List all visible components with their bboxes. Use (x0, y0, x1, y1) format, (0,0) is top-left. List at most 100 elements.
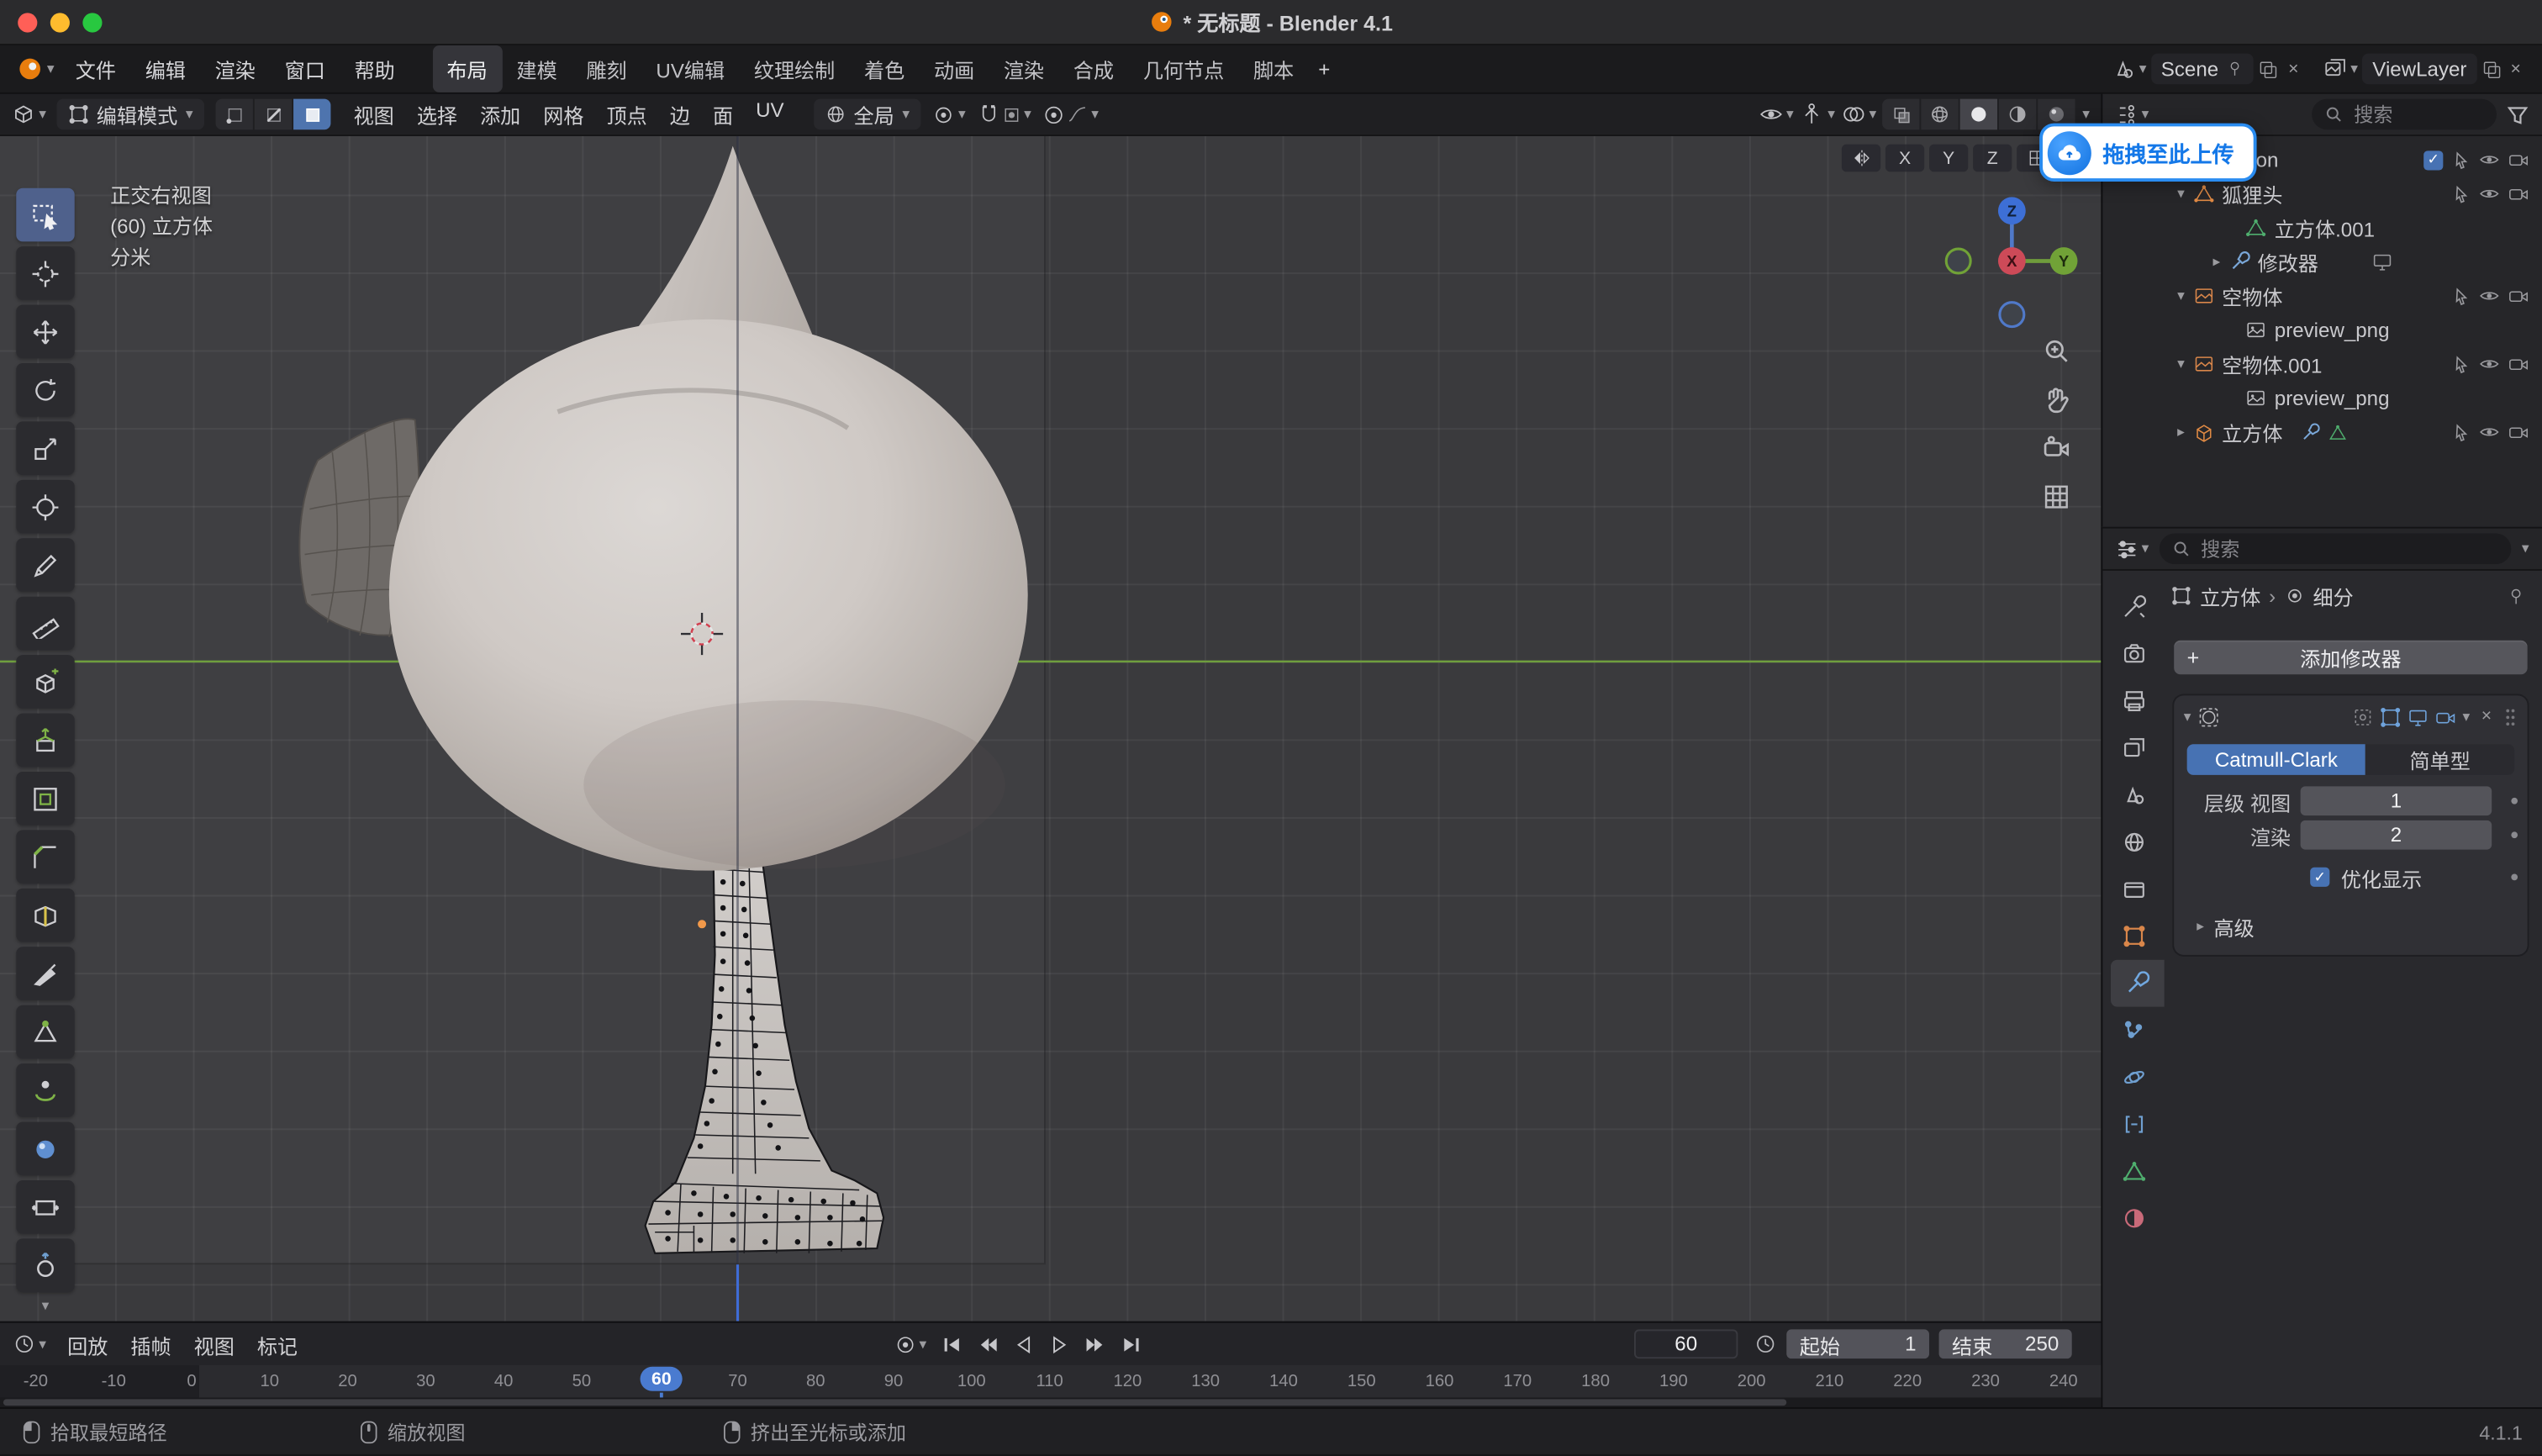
tool-measure[interactable] (16, 597, 74, 651)
maximize-window-button[interactable] (82, 12, 102, 31)
tool-loop-cut[interactable] (16, 889, 74, 942)
tab-object-data[interactable] (2102, 1147, 2164, 1195)
navigation-gizmo[interactable]: Z Y X (1939, 188, 2086, 335)
gizmo-minus-y[interactable] (1946, 249, 1970, 273)
visibility-selector[interactable]: ▾ (1759, 102, 1794, 126)
workspace-tab[interactable]: 合成 (1059, 45, 1129, 92)
workspace-tab[interactable]: UV编辑 (641, 45, 739, 92)
tab-collection[interactable] (2102, 866, 2164, 913)
modifier-badge-icon[interactable] (2301, 422, 2320, 441)
scene-icon[interactable]: ▾ (2112, 56, 2147, 81)
ruler-tick[interactable]: 240 (2034, 1372, 2092, 1391)
levels-viewport-field[interactable]: 1 (2301, 786, 2492, 815)
ruler-tick[interactable]: 90 (864, 1372, 922, 1391)
ruler-tick[interactable]: 190 (1644, 1372, 1702, 1391)
edit-mode-display-toggle[interactable] (2380, 706, 2401, 727)
ruler-tick[interactable]: 70 (709, 1372, 767, 1391)
ruler-tick[interactable]: 210 (1801, 1372, 1859, 1391)
tab-physics[interactable] (2102, 1054, 2164, 1101)
remove-viewlayer-icon[interactable]: × (2506, 59, 2526, 78)
tab-particles[interactable] (2102, 1007, 2164, 1054)
tab-view-layer[interactable] (2102, 725, 2164, 772)
gizmo-minus-z[interactable] (2000, 303, 2024, 327)
selectable-icon[interactable] (2451, 184, 2471, 203)
workspace-tab[interactable]: 动画 (920, 45, 989, 92)
hide-eye-icon[interactable] (2479, 183, 2500, 204)
properties-search-input[interactable] (2197, 535, 2398, 562)
timeline-menu-item[interactable]: 视图 (182, 1324, 245, 1364)
proportional-falloff-selector[interactable]: ▾ (1067, 103, 1099, 124)
ruler-tick[interactable]: 120 (1099, 1372, 1157, 1391)
ruler-tick[interactable]: 0 (162, 1372, 220, 1391)
mesh-data-badge-icon[interactable] (2328, 422, 2348, 441)
blender-menu-button[interactable]: ▾ (16, 55, 54, 83)
expand-chevron[interactable]: ▸ (2212, 255, 2220, 269)
transform-orientation-selector[interactable]: 全局 ▾ (813, 99, 920, 130)
disable-render-camera-icon[interactable] (2508, 285, 2529, 306)
ruler-tick[interactable]: 100 (942, 1372, 1000, 1391)
disable-render-camera-icon[interactable] (2508, 183, 2529, 204)
zoom-icon[interactable] (2043, 337, 2070, 365)
ruler-tick[interactable]: 200 (1722, 1372, 1780, 1391)
simple-button[interactable]: 简单型 (2365, 744, 2514, 775)
tool-knife[interactable] (16, 947, 74, 1000)
current-frame-field[interactable]: 60 (1634, 1329, 1738, 1358)
timeline-menu-item[interactable]: 插帧 (119, 1324, 182, 1364)
mirror-y-button[interactable]: Y (1929, 145, 1968, 172)
selectable-icon[interactable] (2451, 354, 2471, 373)
edge-select-button[interactable] (255, 99, 292, 130)
frame-start-field[interactable]: 起始 1 (1786, 1329, 1929, 1358)
disable-render-camera-icon[interactable] (2508, 149, 2529, 170)
tool-bevel[interactable] (16, 830, 74, 884)
delete-modifier-icon[interactable]: × (2476, 707, 2497, 726)
scene-selector[interactable]: Scene (2151, 54, 2254, 85)
close-window-button[interactable] (18, 12, 37, 31)
auto-keying-toggle[interactable]: ▾ (895, 1333, 927, 1354)
realtime-display-toggle[interactable] (2408, 706, 2429, 727)
tool-rotate[interactable] (16, 363, 74, 417)
ruler-tick[interactable]: 30 (397, 1372, 455, 1391)
xray-toggle[interactable] (1883, 99, 1920, 130)
playhead[interactable]: 60 (641, 1367, 683, 1391)
viewlayer-selector[interactable]: ViewLayer (2363, 54, 2476, 85)
expand-chevron[interactable]: ▸ (2177, 425, 2185, 439)
outliner-search-input[interactable] (2350, 102, 2483, 128)
tab-output[interactable] (2102, 678, 2164, 725)
modifier-panel-header[interactable]: ▾ ▾ × (2174, 695, 2527, 737)
tool-scale[interactable] (16, 421, 74, 475)
workspace-tab[interactable]: 纹理绘制 (739, 45, 849, 92)
tool-extrude[interactable] (16, 714, 74, 768)
hide-eye-icon[interactable] (2479, 421, 2500, 442)
timeline-editor-icon[interactable]: ▾ (13, 1332, 46, 1355)
workspace-tab[interactable]: 几何节点 (1128, 45, 1238, 92)
upload-drop-overlay[interactable]: 拖拽至此上传 (2039, 124, 2256, 182)
tab-object[interactable] (2102, 913, 2164, 960)
outliner-filter-icon[interactable] (2507, 103, 2529, 125)
viewport-menu-item[interactable]: 网格 (532, 94, 595, 135)
drag-handle-icon[interactable] (2503, 706, 2518, 727)
outliner-row-foxhead[interactable]: ▾ 狐狸头 (2102, 177, 2542, 210)
hide-eye-icon[interactable] (2479, 149, 2500, 170)
tab-render[interactable] (2102, 630, 2164, 678)
solid-shading-button[interactable] (1961, 99, 1998, 130)
tool-transform[interactable] (16, 480, 74, 534)
vertex-select-button[interactable] (216, 99, 253, 130)
properties-editor-icon[interactable]: ▾ (2116, 537, 2149, 560)
ruler-tick[interactable]: 150 (1332, 1372, 1390, 1391)
disable-render-camera-icon[interactable] (2508, 353, 2529, 374)
tab-world[interactable] (2102, 819, 2164, 866)
tab-material[interactable] (2102, 1195, 2164, 1242)
add-workspace-button[interactable]: + (1309, 51, 1340, 87)
viewport-menu-item[interactable]: 边 (658, 94, 701, 135)
pin-icon[interactable] (2227, 60, 2244, 77)
modifier-display-icon[interactable] (2371, 251, 2392, 272)
expand-chevron[interactable]: ▾ (2177, 356, 2185, 371)
snap-toggle[interactable] (977, 103, 999, 125)
ruler-tick[interactable]: 50 (552, 1372, 610, 1391)
fox-head-mesh[interactable] (389, 146, 1028, 871)
timeline-menu-item[interactable]: 回放 (56, 1324, 119, 1364)
hide-eye-icon[interactable] (2479, 285, 2500, 306)
selectable-icon[interactable] (2451, 422, 2471, 441)
viewport-menu-item[interactable]: 添加 (469, 94, 532, 135)
jump-to-start-button[interactable] (941, 1333, 962, 1354)
